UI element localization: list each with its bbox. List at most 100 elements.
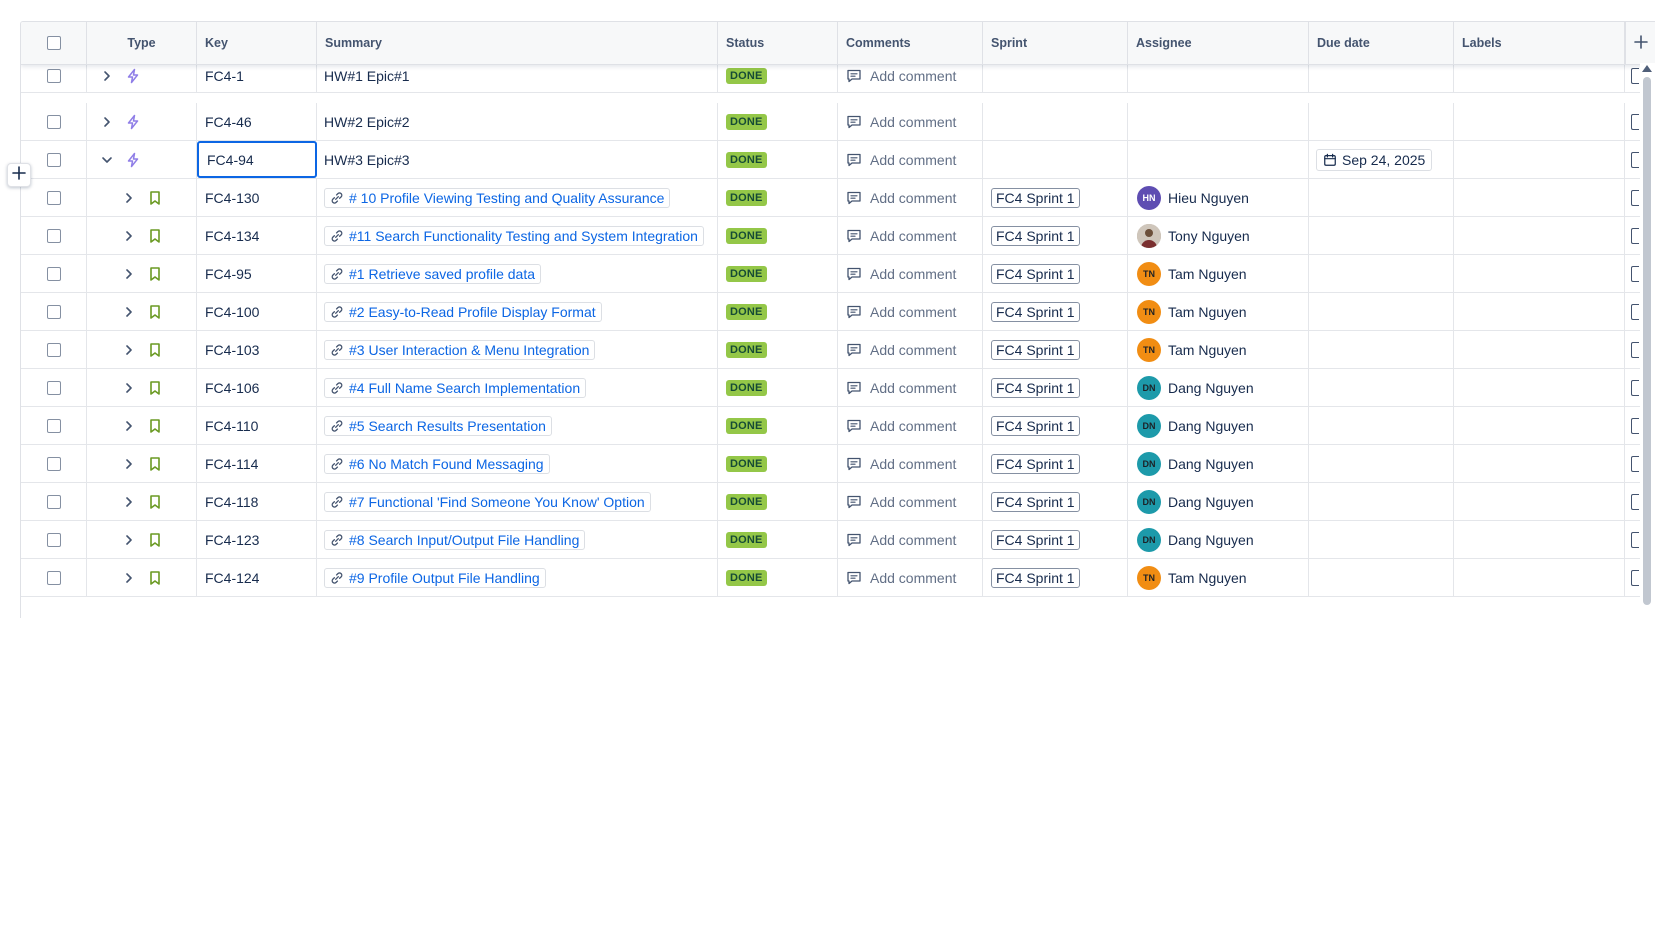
table-row[interactable]: FC4-124 #9 Profile Output File Handling DO… (21, 559, 1655, 597)
table-row[interactable]: FC4-94 HW#3 Epic#3 DONE Add comment Sep 24, … (21, 141, 1655, 179)
add-comment-button[interactable]: Add comment (846, 532, 956, 548)
sprint-cell[interactable]: FC4 Sprint 1 (983, 521, 1128, 558)
due-date-cell[interactable] (1309, 483, 1454, 520)
table-row[interactable]: FC4-110 #5 Search Results Presentation DON… (21, 407, 1655, 445)
comments-cell[interactable]: Add comment (838, 103, 983, 140)
vertical-scrollbar[interactable] (1640, 63, 1655, 618)
column-header-summary[interactable]: Summary (317, 22, 718, 64)
summary-text[interactable]: #8 Search Input/Output File Handling (349, 532, 579, 548)
chevron-right-icon[interactable] (121, 418, 137, 434)
assignee-cell[interactable]: DN Dang Nguyen (1128, 445, 1309, 482)
due-date-cell[interactable] (1309, 407, 1454, 444)
sprint-cell[interactable]: FC4 Sprint 1 (983, 293, 1128, 330)
chevron-right-icon[interactable] (121, 304, 137, 320)
table-row[interactable]: FC4-134 #11 Search Functionality Testing … (21, 217, 1655, 255)
summary-link[interactable]: #8 Search Input/Output File Handling (324, 529, 586, 550)
table-row[interactable]: FC4-123 #8 Search Input/Output File Handl… (21, 521, 1655, 559)
labels-cell[interactable] (1454, 331, 1625, 368)
add-comment-button[interactable]: Add comment (846, 380, 956, 396)
assignee-cell[interactable] (1128, 103, 1309, 140)
column-header-type[interactable]: Type (87, 22, 197, 64)
assignee[interactable]: DN Dang Nguyen (1137, 375, 1254, 400)
labels-cell[interactable] (1454, 179, 1625, 216)
add-comment-button[interactable]: Add comment (846, 342, 956, 358)
sprint-cell[interactable]: FC4 Sprint 1 (983, 445, 1128, 482)
sprint-tag[interactable]: FC4 Sprint 1 (991, 491, 1080, 512)
status-cell[interactable]: DONE (718, 369, 838, 406)
comments-cell[interactable]: Add comment (838, 369, 983, 406)
add-comment-button[interactable]: Add comment (846, 570, 956, 586)
comments-cell[interactable]: Add comment (838, 445, 983, 482)
chevron-right-icon[interactable] (121, 190, 137, 206)
row-checkbox[interactable] (46, 418, 61, 433)
assignee-cell[interactable]: HN Hieu Nguyen (1128, 179, 1309, 216)
issue-key-cell[interactable]: FC4-123 (197, 521, 317, 558)
comments-cell[interactable]: Add comment (838, 559, 983, 596)
status-cell[interactable]: DONE (718, 331, 838, 368)
add-comment-button[interactable]: Add comment (846, 228, 956, 244)
issue-key[interactable]: FC4-103 (205, 342, 259, 358)
status-badge[interactable]: DONE (726, 113, 767, 130)
summary-cell[interactable]: #8 Search Input/Output File Handling (317, 521, 718, 558)
sprint-tag[interactable]: FC4 Sprint 1 (991, 339, 1080, 360)
issue-key-cell[interactable]: FC4-130 (197, 179, 317, 216)
sprint-tag[interactable]: FC4 Sprint 1 (991, 415, 1080, 436)
row-checkbox[interactable] (46, 304, 61, 319)
row-checkbox[interactable] (46, 380, 61, 395)
sprint-tag[interactable]: FC4 Sprint 1 (991, 567, 1080, 588)
comments-cell[interactable]: Add comment (838, 331, 983, 368)
sprint-cell[interactable]: FC4 Sprint 1 (983, 559, 1128, 596)
status-badge[interactable]: DONE (726, 189, 767, 206)
due-date-cell[interactable] (1309, 217, 1454, 254)
due-date-cell[interactable] (1309, 445, 1454, 482)
sprint-cell[interactable]: FC4 Sprint 1 (983, 407, 1128, 444)
issue-key[interactable]: FC4-106 (205, 380, 259, 396)
assignee[interactable]: DN Dang Nguyen (1137, 527, 1254, 552)
sprint-cell[interactable]: FC4 Sprint 1 (983, 369, 1128, 406)
chevron-right-icon[interactable] (99, 68, 115, 84)
assignee-cell[interactable]: TN Tam Nguyen (1128, 255, 1309, 292)
status-cell[interactable]: DONE (718, 445, 838, 482)
status-badge[interactable]: DONE (726, 341, 767, 358)
summary-text[interactable]: HW#2 Epic#2 (324, 114, 410, 130)
assignee[interactable]: TN Tam Nguyen (1137, 337, 1247, 362)
row-checkbox[interactable] (46, 152, 61, 167)
comments-cell[interactable]: Add comment (838, 407, 983, 444)
summary-text[interactable]: HW#3 Epic#3 (324, 152, 410, 168)
status-badge[interactable]: DONE (726, 379, 767, 396)
assignee-cell[interactable]: TN Tam Nguyen (1128, 293, 1309, 330)
status-cell[interactable]: DONE (718, 141, 838, 178)
assignee-cell[interactable]: TN Tam Nguyen (1128, 331, 1309, 368)
issue-key[interactable]: FC4-114 (205, 456, 258, 472)
summary-text[interactable]: #11 Search Functionality Testing and Sys… (349, 228, 698, 244)
summary-text[interactable]: #3 User Interaction & Menu Integration (349, 342, 589, 358)
issue-key-cell[interactable]: FC4-134 (197, 217, 317, 254)
status-badge[interactable]: DONE (726, 265, 767, 282)
chevron-right-icon[interactable] (99, 114, 115, 130)
comments-cell[interactable]: Add comment (838, 293, 983, 330)
due-date-cell[interactable] (1309, 369, 1454, 406)
issue-key[interactable]: FC4-94 (207, 152, 254, 168)
issue-key-cell[interactable]: FC4-106 (197, 369, 317, 406)
assignee[interactable]: DN Dang Nguyen (1137, 451, 1254, 476)
row-checkbox[interactable] (46, 456, 61, 471)
labels-cell[interactable] (1454, 407, 1625, 444)
sprint-tag[interactable]: FC4 Sprint 1 (991, 187, 1080, 208)
labels-cell[interactable] (1454, 369, 1625, 406)
row-checkbox[interactable] (46, 69, 61, 83)
scroll-up-arrow-icon[interactable] (1642, 65, 1652, 72)
column-header-sprint[interactable]: Sprint (983, 22, 1128, 64)
assignee[interactable]: Tony Nguyen (1137, 223, 1250, 248)
chevron-right-icon[interactable] (121, 456, 137, 472)
issue-key-cell[interactable]: FC4-46 (197, 103, 317, 140)
chevron-right-icon[interactable] (121, 266, 137, 282)
summary-link[interactable]: #4 Full Name Search Implementation (324, 377, 587, 398)
status-cell[interactable]: DONE (718, 293, 838, 330)
summary-cell[interactable]: #2 Easy-to-Read Profile Display Format (317, 293, 718, 330)
summary-text[interactable]: #1 Retrieve saved profile data (349, 266, 535, 282)
status-badge[interactable]: DONE (726, 303, 767, 320)
chevron-down-icon[interactable] (99, 152, 115, 168)
add-comment-button[interactable]: Add comment (846, 266, 956, 282)
sprint-tag[interactable]: FC4 Sprint 1 (991, 301, 1080, 322)
add-comment-button[interactable]: Add comment (846, 456, 956, 472)
